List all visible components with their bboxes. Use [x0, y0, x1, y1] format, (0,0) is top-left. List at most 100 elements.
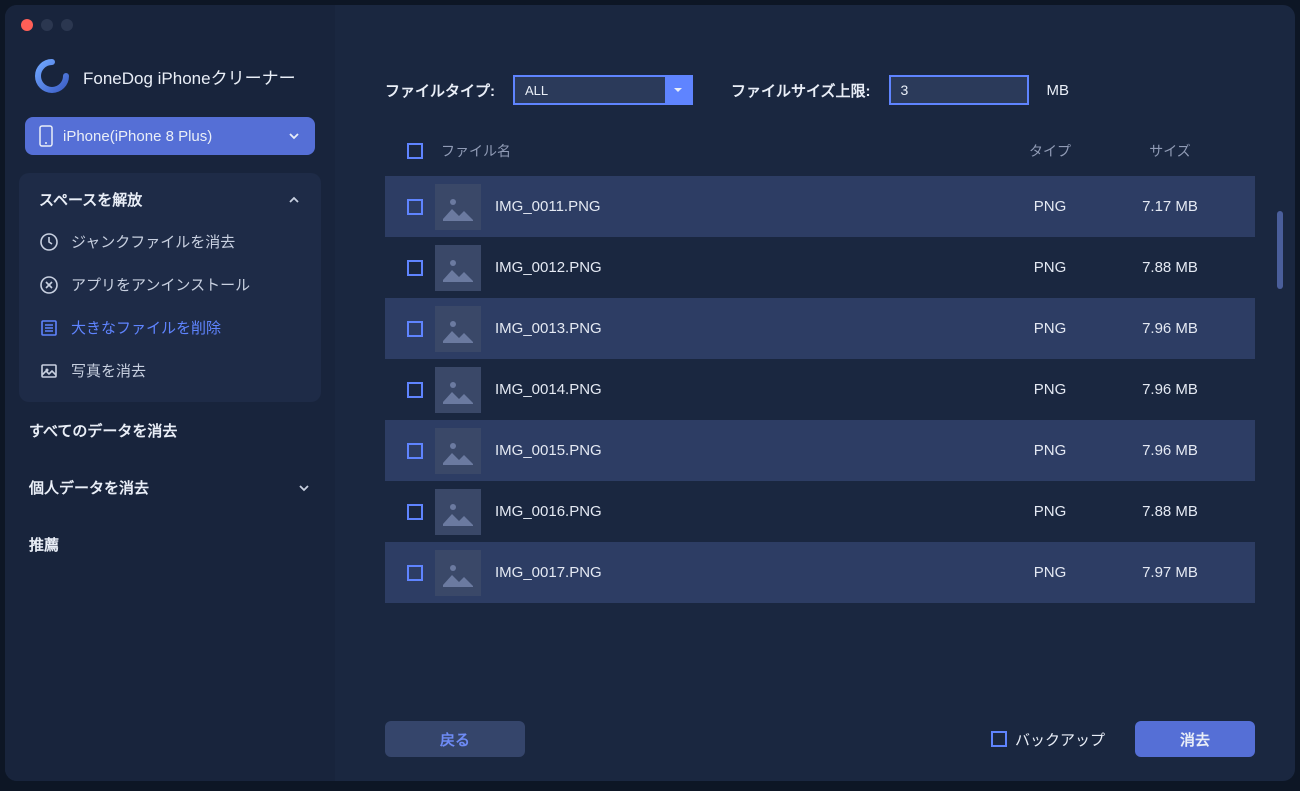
row-checkbox[interactable] [407, 443, 423, 459]
file-size: 7.88 MB [1105, 503, 1235, 520]
scrollbar-thumb[interactable] [1277, 211, 1283, 289]
image-thumbnail-icon [435, 306, 481, 352]
row-checkbox[interactable] [407, 565, 423, 581]
filter-bar: ファイルタイプ: ALL ファイルサイズ上限: MB [385, 75, 1255, 105]
file-type: PNG [995, 198, 1105, 215]
image-thumbnail-icon [435, 489, 481, 535]
table-row[interactable]: IMG_0015.PNGPNG7.96 MB [385, 420, 1255, 481]
sidebar-item-label: 個人データを消去 [29, 477, 149, 498]
file-name: IMG_0015.PNG [495, 442, 995, 459]
table-row[interactable]: IMG_0013.PNGPNG7.96 MB [385, 298, 1255, 359]
file-type-value: ALL [525, 83, 548, 98]
file-size: 7.88 MB [1105, 259, 1235, 276]
file-type: PNG [995, 320, 1105, 337]
file-size: 7.96 MB [1105, 381, 1235, 398]
brand: FoneDog iPhoneクリーナー [5, 49, 335, 111]
phone-icon [39, 125, 53, 147]
backup-checkbox[interactable] [991, 731, 1007, 747]
dropdown-arrow-icon [665, 77, 691, 103]
file-size: 7.97 MB [1105, 564, 1235, 581]
sidebar-item-recommend[interactable]: 推薦 [5, 516, 335, 573]
section-free-space: スペースを解放 ジャンクファイルを消去アプリをアンインストール大きなファイルを削… [19, 173, 321, 402]
table-row[interactable]: IMG_0012.PNGPNG7.88 MB [385, 237, 1255, 298]
sidebar-item-label: 大きなファイルを削除 [71, 317, 221, 338]
back-button[interactable]: 戻る [385, 721, 525, 757]
chevron-up-icon [287, 193, 301, 207]
sidebar-item-erase-all[interactable]: すべてのデータを消去 [5, 402, 335, 459]
column-name: ファイル名 [435, 141, 995, 161]
table-header: ファイル名 タイプ サイズ [385, 123, 1255, 176]
image-thumbnail-icon [435, 367, 481, 413]
backup-label: バックアップ [1015, 729, 1105, 750]
file-name: IMG_0014.PNG [495, 381, 995, 398]
x-circle-icon [39, 275, 59, 295]
app-title: FoneDog iPhoneクリーナー [83, 64, 296, 89]
section-header[interactable]: スペースを解放 [29, 187, 311, 220]
section-title: スペースを解放 [39, 189, 142, 210]
sidebar-item-erase-private[interactable]: 個人データを消去 [5, 459, 335, 516]
file-name: IMG_0016.PNG [495, 503, 995, 520]
file-type-select[interactable]: ALL [513, 75, 693, 105]
close-window-button[interactable] [21, 19, 33, 31]
sidebar-item-3[interactable]: 写真を消去 [29, 349, 311, 392]
footer-bar: 戻る バックアップ 消去 [385, 721, 1255, 757]
image-thumbnail-icon [435, 550, 481, 596]
sidebar-item-2[interactable]: 大きなファイルを削除 [29, 306, 311, 349]
table-row[interactable]: IMG_0014.PNGPNG7.96 MB [385, 359, 1255, 420]
chevron-down-icon [287, 129, 301, 143]
app-logo-icon [35, 59, 69, 93]
row-checkbox[interactable] [407, 321, 423, 337]
sidebar-item-0[interactable]: ジャンクファイルを消去 [29, 220, 311, 263]
row-checkbox[interactable] [407, 199, 423, 215]
file-name: IMG_0011.PNG [495, 198, 995, 215]
file-type: PNG [995, 564, 1105, 581]
sidebar: FoneDog iPhoneクリーナー iPhone(iPhone 8 Plus… [5, 5, 335, 781]
minimize-window-button[interactable] [41, 19, 53, 31]
table-row[interactable]: IMG_0017.PNGPNG7.97 MB [385, 542, 1255, 603]
column-size: サイズ [1105, 141, 1235, 161]
size-unit: MB [1047, 82, 1070, 99]
back-button-label: 戻る [440, 729, 470, 750]
file-name: IMG_0012.PNG [495, 259, 995, 276]
backup-toggle[interactable]: バックアップ [991, 729, 1105, 750]
file-type: PNG [995, 442, 1105, 459]
erase-button-label: 消去 [1180, 729, 1210, 750]
image-thumbnail-icon [435, 184, 481, 230]
file-name: IMG_0013.PNG [495, 320, 995, 337]
table-row[interactable]: IMG_0016.PNGPNG7.88 MB [385, 481, 1255, 542]
app-window: FoneDog iPhoneクリーナー iPhone(iPhone 8 Plus… [5, 5, 1295, 781]
row-checkbox[interactable] [407, 504, 423, 520]
sidebar-item-1[interactable]: アプリをアンインストール [29, 263, 311, 306]
device-label: iPhone(iPhone 8 Plus) [63, 128, 212, 145]
sidebar-item-label: ジャンクファイルを消去 [71, 231, 235, 252]
file-type: PNG [995, 381, 1105, 398]
row-checkbox[interactable] [407, 382, 423, 398]
row-checkbox[interactable] [407, 260, 423, 276]
sidebar-item-label: アプリをアンインストール [71, 274, 250, 295]
file-type-label: ファイルタイプ: [385, 80, 495, 101]
chevron-down-icon [297, 481, 311, 495]
window-controls [21, 19, 73, 31]
photo-icon [39, 361, 59, 381]
column-type: タイプ [995, 141, 1105, 161]
file-size: 7.17 MB [1105, 198, 1235, 215]
sidebar-item-label: すべてのデータを消去 [29, 420, 177, 441]
file-size: 7.96 MB [1105, 442, 1235, 459]
file-type: PNG [995, 259, 1105, 276]
image-thumbnail-icon [435, 428, 481, 474]
main-panel: ファイルタイプ: ALL ファイルサイズ上限: MB ファイル名 タイプ サイズ… [335, 5, 1295, 781]
file-list: IMG_0011.PNGPNG7.17 MBIMG_0012.PNGPNG7.8… [385, 176, 1255, 703]
clock-icon [39, 232, 59, 252]
select-all-checkbox[interactable] [407, 143, 423, 159]
maximize-window-button[interactable] [61, 19, 73, 31]
size-limit-input[interactable] [889, 75, 1029, 105]
image-thumbnail-icon [435, 245, 481, 291]
sidebar-item-label: 推薦 [29, 534, 59, 555]
size-limit-label: ファイルサイズ上限: [731, 80, 871, 101]
list-icon [39, 318, 59, 338]
erase-button[interactable]: 消去 [1135, 721, 1255, 757]
sidebar-item-label: 写真を消去 [71, 360, 146, 381]
table-row[interactable]: IMG_0011.PNGPNG7.17 MB [385, 176, 1255, 237]
device-selector[interactable]: iPhone(iPhone 8 Plus) [25, 117, 315, 155]
file-name: IMG_0017.PNG [495, 564, 995, 581]
